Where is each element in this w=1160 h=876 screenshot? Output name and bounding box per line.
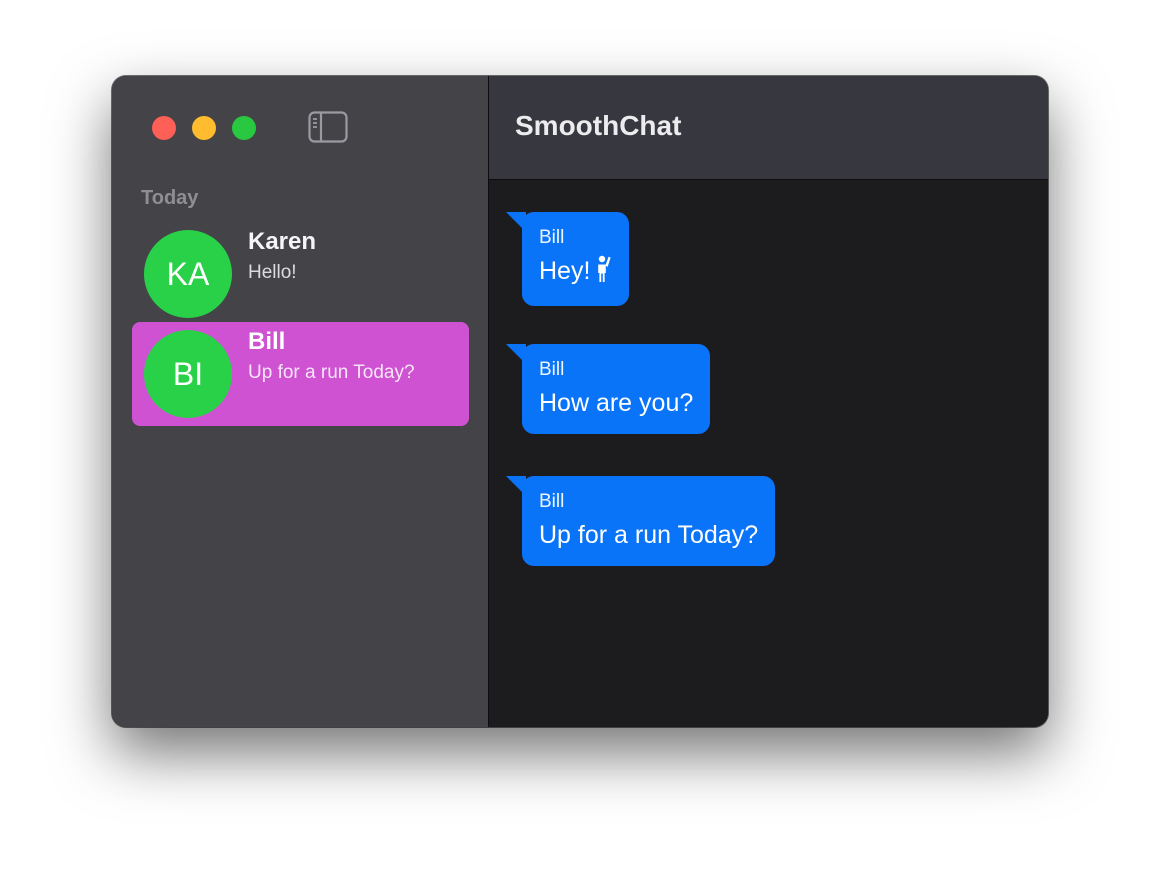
message-sender: Bill bbox=[539, 359, 565, 380]
conversation-item-karen[interactable]: KA Karen Hello! bbox=[132, 222, 469, 326]
chat-header: SmoothChat bbox=[489, 76, 1048, 180]
message-text: How are you? bbox=[539, 389, 694, 417]
message-sender: Bill bbox=[539, 227, 565, 248]
sidebar: Today KA Karen Hello! BI Bill Up for a r… bbox=[112, 76, 489, 727]
avatar: BI bbox=[144, 330, 232, 418]
message-bubble: Bill Up for a run Today? bbox=[505, 476, 776, 566]
message-text: Up for a run Today? bbox=[539, 521, 759, 549]
chat-pane: SmoothChat Bill Hey! Bill How are you? B… bbox=[489, 76, 1048, 727]
minimize-button[interactable] bbox=[192, 116, 216, 140]
sidebar-toggle-icon[interactable] bbox=[308, 111, 348, 143]
app-window: Today KA Karen Hello! BI Bill Up for a r… bbox=[112, 76, 1048, 727]
conversation-item-bill[interactable]: BI Bill Up for a run Today? bbox=[132, 322, 469, 426]
page-title: SmoothChat bbox=[515, 110, 682, 141]
conversation-name: Karen bbox=[248, 228, 317, 255]
zoom-button[interactable] bbox=[232, 116, 256, 140]
section-header-today: Today bbox=[141, 187, 199, 209]
message-bubble: Bill Hey! bbox=[505, 212, 630, 306]
message-sender: Bill bbox=[539, 491, 565, 512]
person-raising-hand-icon bbox=[596, 255, 612, 292]
close-button[interactable] bbox=[152, 116, 176, 140]
conversation-preview: Hello! bbox=[248, 262, 297, 283]
conversation-name: Bill bbox=[248, 328, 286, 355]
message-text-content: Hey! bbox=[539, 257, 591, 285]
conversation-preview: Up for a run Today? bbox=[248, 362, 415, 383]
avatar: KA bbox=[144, 230, 232, 318]
message-text: Hey! bbox=[539, 254, 612, 292]
message-bubble: Bill How are you? bbox=[505, 344, 711, 434]
window-controls bbox=[152, 116, 272, 140]
